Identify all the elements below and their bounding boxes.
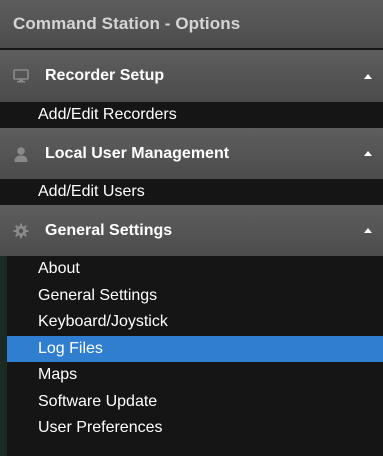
list-item-maps[interactable]: Maps (0, 362, 383, 389)
left-edge-strip (0, 256, 7, 456)
list-item-log-files[interactable]: Log Files (7, 335, 383, 362)
title-bar: Command Station - Options (0, 0, 383, 48)
options-panel: Command Station - Options Recorder Setup… (0, 0, 383, 456)
section-header-local-user-management[interactable]: Local User Management (0, 128, 383, 180)
list-item-user-preferences[interactable]: User Preferences (0, 415, 383, 442)
list-item-software-update[interactable]: Software Update (0, 389, 383, 416)
list-item-general-settings[interactable]: General Settings (0, 283, 383, 310)
list-item-keyboard-joystick[interactable]: Keyboard/Joystick (0, 309, 383, 336)
user-icon (11, 144, 31, 164)
local-user-management-items: Add/Edit Users (0, 179, 383, 206)
window-title: Command Station - Options (13, 14, 241, 33)
monitor-icon (11, 66, 31, 86)
section-label: Recorder Setup (45, 67, 165, 84)
collapse-arrow-icon[interactable] (364, 74, 372, 79)
list-item-add-edit-recorders[interactable]: Add/Edit Recorders (0, 102, 383, 129)
collapse-arrow-icon[interactable] (364, 151, 372, 156)
section-label: Local User Management (45, 145, 230, 162)
gear-icon (11, 221, 31, 241)
list-item-add-edit-users[interactable]: Add/Edit Users (0, 179, 383, 206)
general-settings-items: About General Settings Keyboard/Joystick… (0, 256, 383, 442)
collapse-arrow-icon[interactable] (364, 228, 372, 233)
section-label: General Settings (45, 222, 173, 239)
section-header-general-settings[interactable]: General Settings (0, 205, 383, 257)
list-item-about[interactable]: About (0, 256, 383, 283)
recorder-setup-items: Add/Edit Recorders (0, 102, 383, 129)
section-header-recorder-setup[interactable]: Recorder Setup (0, 50, 383, 102)
